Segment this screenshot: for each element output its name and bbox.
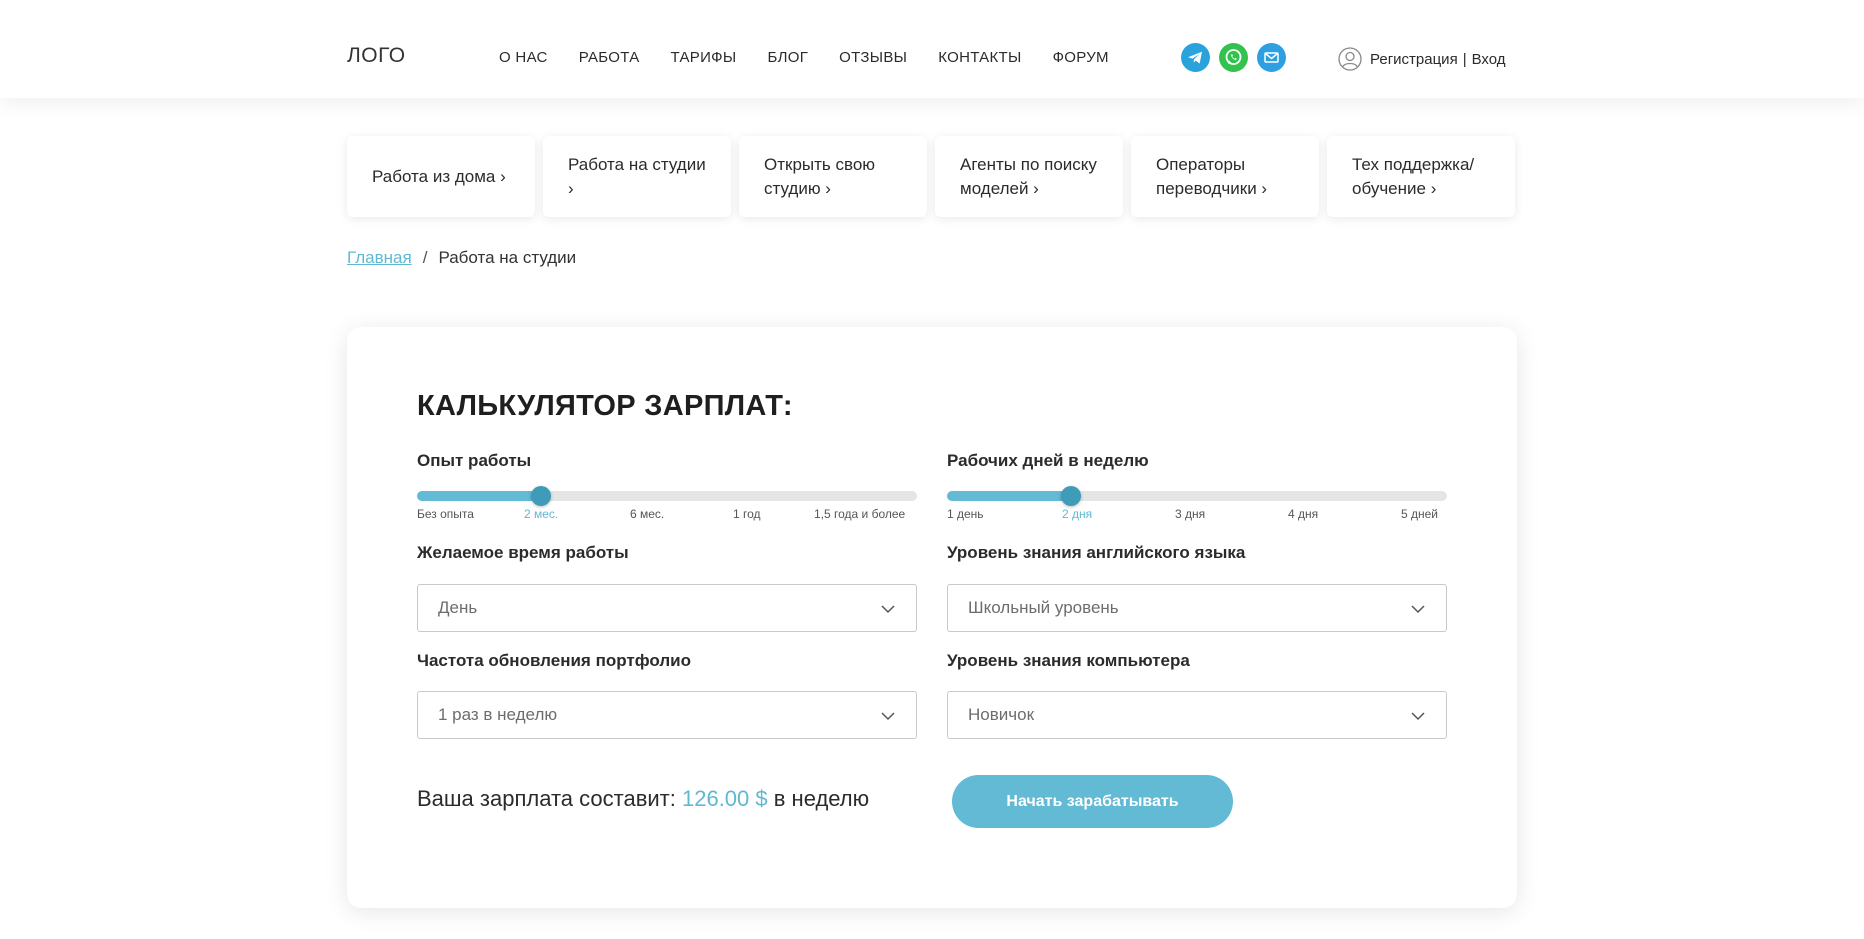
category-cards: Работа из дома › Работа на студии › Откр… <box>347 136 1515 217</box>
social-links <box>1181 43 1286 72</box>
work-time-select[interactable]: День <box>417 584 917 632</box>
portfolio-label: Частота обновления портфолио <box>417 651 691 670</box>
nav-item-contacts[interactable]: КОНТАКТЫ <box>938 49 1021 66</box>
category-work-at-studio[interactable]: Работа на студии › <box>543 136 731 217</box>
telegram-icon[interactable] <box>1181 43 1210 72</box>
workdays-tick[interactable]: 1 день <box>947 507 984 521</box>
computer-value: Новичок <box>968 705 1035 724</box>
salary-calculator: КАЛЬКУЛЯТОР ЗАРПЛАТ: Опыт работы Без опы… <box>347 327 1517 908</box>
english-label: Уровень знания английского языка <box>947 543 1246 562</box>
site-header: ЛОГО О НАС РАБОТА ТАРИФЫ БЛОГ ОТЗЫВЫ КОН… <box>0 0 1864 98</box>
portfolio-select[interactable]: 1 раз в неделю <box>417 691 917 739</box>
slider-thumb[interactable] <box>1061 486 1081 506</box>
chevron-down-icon <box>1411 712 1425 721</box>
logo[interactable]: ЛОГО <box>347 44 406 68</box>
salary-amount: 126.00 $ <box>681 786 768 811</box>
english-value: Школьный уровень <box>968 598 1119 617</box>
login-link[interactable]: Вход <box>1472 51 1506 68</box>
english-select[interactable]: Школьный уровень <box>947 584 1447 632</box>
computer-label: Уровень знания компьютера <box>947 651 1190 670</box>
salary-result: Ваша зарплата составит: 126.00 $ в недел… <box>417 786 869 812</box>
experience-tick[interactable]: 6 мес. <box>630 507 664 521</box>
nav-item-about[interactable]: О НАС <box>499 49 548 66</box>
workdays-tick[interactable]: 5 дней <box>1401 507 1438 521</box>
auth-separator: | <box>1462 50 1467 68</box>
start-earning-button[interactable]: Начать зарабатывать <box>952 775 1233 828</box>
portfolio-value: 1 раз в неделю <box>438 705 558 724</box>
experience-tick[interactable]: 1 год <box>733 507 761 521</box>
category-work-from-home[interactable]: Работа из дома › <box>347 136 535 217</box>
work-time-label: Желаемое время работы <box>417 543 629 562</box>
nav-item-tariffs[interactable]: ТАРИФЫ <box>671 49 737 66</box>
breadcrumb-separator: / <box>422 248 428 267</box>
category-model-agents[interactable]: Агенты по поиску моделей › <box>935 136 1123 217</box>
nav-item-work[interactable]: РАБОТА <box>579 49 640 66</box>
chevron-down-icon <box>881 605 895 614</box>
nav-item-forum[interactable]: ФОРУМ <box>1053 49 1109 66</box>
experience-tick[interactable]: 2 мес. <box>524 507 558 521</box>
mail-icon[interactable] <box>1257 43 1286 72</box>
experience-tick[interactable]: Без опыта <box>417 507 474 521</box>
experience-tick[interactable]: 1,5 года и более <box>814 507 905 521</box>
breadcrumb-current: Работа на студии <box>438 248 577 267</box>
workdays-label: Рабочих дней в неделю <box>947 451 1149 470</box>
nav-item-reviews[interactable]: ОТЗЫВЫ <box>839 49 907 66</box>
slider-fill <box>947 491 1071 501</box>
work-time-value: День <box>438 598 478 617</box>
calculator-title: КАЛЬКУЛЯТОР ЗАРПЛАТ: <box>417 390 793 422</box>
category-translator-operators[interactable]: Операторы переводчики › <box>1131 136 1319 217</box>
computer-select[interactable]: Новичок <box>947 691 1447 739</box>
whatsapp-icon[interactable] <box>1219 43 1248 72</box>
slider-fill <box>417 491 541 501</box>
category-open-studio[interactable]: Открыть свою студию › <box>739 136 927 217</box>
workdays-tick[interactable]: 3 дня <box>1175 507 1205 521</box>
register-link[interactable]: Регистрация <box>1370 51 1458 68</box>
auth-links: Регистрация | Вход <box>1338 47 1506 71</box>
main-nav: О НАС РАБОТА ТАРИФЫ БЛОГ ОТЗЫВЫ КОНТАКТЫ… <box>499 49 1140 66</box>
experience-label: Опыт работы <box>417 451 532 470</box>
breadcrumb: Главная / Работа на студии <box>347 248 576 268</box>
slider-thumb[interactable] <box>531 486 551 506</box>
user-icon <box>1338 47 1362 71</box>
salary-prefix: Ваша зарплата составит: <box>417 786 676 811</box>
category-tech-support[interactable]: Тех поддержка/ обучение › <box>1327 136 1515 217</box>
breadcrumb-home-link[interactable]: Главная <box>347 248 412 268</box>
workdays-tick[interactable]: 4 дня <box>1288 507 1318 521</box>
salary-suffix: в неделю <box>773 786 870 811</box>
chevron-down-icon <box>881 712 895 721</box>
chevron-down-icon <box>1411 605 1425 614</box>
nav-item-blog[interactable]: БЛОГ <box>767 49 808 66</box>
workdays-tick[interactable]: 2 дня <box>1062 507 1092 521</box>
